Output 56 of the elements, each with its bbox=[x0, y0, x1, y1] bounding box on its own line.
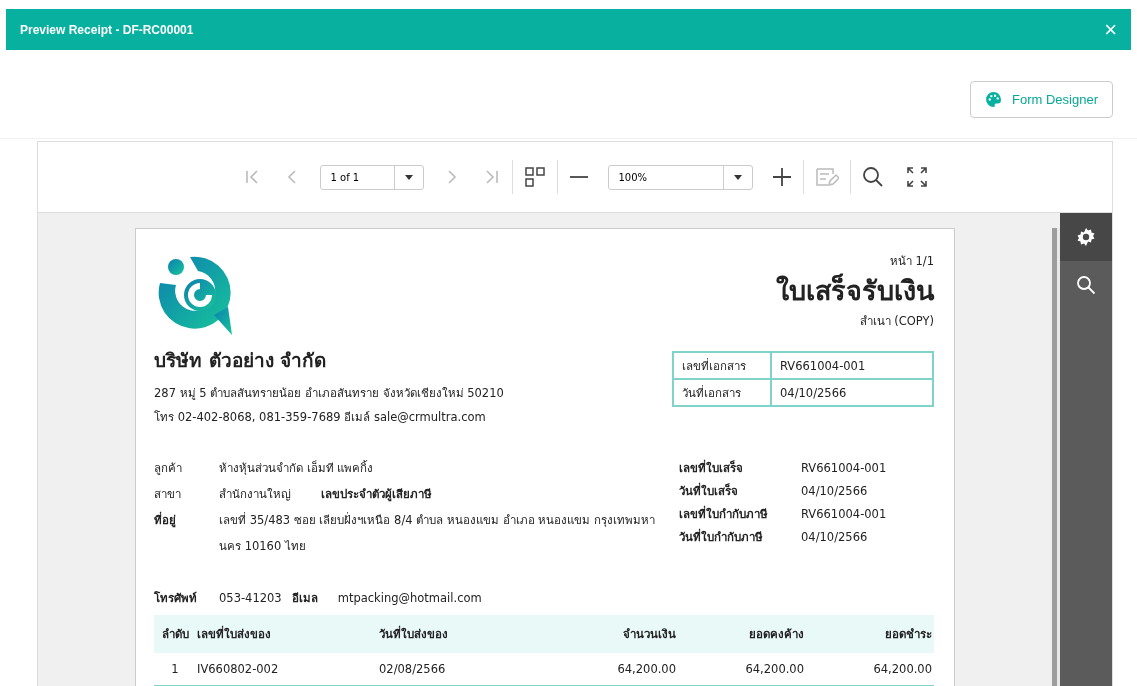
address-line: เลขที่ 35/483 ซอย เลียบฝั่งฯเหนือ 8/4 ตำบล หนองแขม อำเภอ หนองแขม กรุงเทพมหา bbox=[219, 511, 656, 529]
address-line: นคร 10160 ไทย bbox=[219, 538, 307, 555]
page-number: หน้า 1/1 bbox=[889, 253, 934, 270]
field-label: ที่อยู่ bbox=[154, 510, 177, 530]
column-header: เลขที่ใบส่งของ bbox=[196, 615, 378, 653]
table-cell: เลขที่เอกสาร bbox=[673, 352, 771, 379]
field-label: ลูกค้า bbox=[154, 460, 183, 477]
settings-tab[interactable] bbox=[1060, 213, 1112, 261]
table-cell: วันที่เอกสาร bbox=[673, 379, 771, 406]
settings-icon bbox=[1076, 227, 1096, 247]
table-cell: 64,200.00 bbox=[550, 653, 678, 686]
column-header: ลำดับ bbox=[154, 615, 196, 653]
field-value: RV661004-001 bbox=[801, 460, 887, 477]
document-title: ใบเสร็จรับเงิน bbox=[776, 273, 934, 308]
caret-icon bbox=[733, 174, 742, 180]
multipage-icon[interactable] bbox=[523, 166, 546, 188]
table-cell: RV661004-001 bbox=[771, 352, 933, 379]
column-header: ยอดชำระ bbox=[806, 615, 934, 653]
fullscreen-icon[interactable] bbox=[905, 166, 928, 188]
field-label: อีเมล bbox=[291, 590, 318, 607]
field-value: 04/10/2566 bbox=[801, 529, 868, 546]
page-select[interactable]: 1 of 1 bbox=[319, 164, 424, 190]
field-label: สาขา bbox=[154, 486, 182, 503]
field-value: 04/10/2566 bbox=[801, 483, 868, 500]
table-cell: 64,200.00 bbox=[806, 653, 934, 686]
zoom-select[interactable]: 100% bbox=[607, 164, 753, 190]
field-value: สำนักงานใหญ่ bbox=[219, 486, 291, 503]
caret-icon bbox=[404, 174, 413, 180]
table-cell: 02/08/2566 bbox=[378, 653, 550, 686]
copy-label: สำเนา (COPY) bbox=[859, 313, 934, 330]
field-value: ห้างหุ้นส่วนจำกัด เอ็มที แพคกิ้ง bbox=[219, 459, 374, 477]
field-label: โทรศัพท์ bbox=[154, 590, 198, 607]
table-cell: 64,200.00 bbox=[678, 653, 806, 686]
field-value: mtpacking@hotmail.com bbox=[337, 590, 482, 607]
column-header: จำนวนเงิน bbox=[550, 615, 678, 653]
search-icon bbox=[1076, 275, 1096, 295]
table-cell: IV660802-002 bbox=[196, 653, 378, 686]
search-icon[interactable] bbox=[861, 166, 884, 188]
table-cell: 1 bbox=[154, 653, 196, 686]
company-name: บริษัท ตัวอย่าง จำกัด bbox=[154, 348, 328, 373]
company-address: 287 หมู่ 5 ตำบลสันทรายน้อย อำเภอสันทราย จังหวัดเชียงใหม่ 50210 bbox=[154, 385, 504, 402]
field-label: เลขประจำตัวผู้เสียภาษี bbox=[321, 486, 432, 504]
palette-icon bbox=[985, 91, 1003, 108]
company-contact: โทร 02-402-8068, 081-359-7689 อีเมล์ sale@crmultra.com bbox=[154, 409, 487, 426]
zoom-in-icon[interactable] bbox=[771, 167, 792, 187]
field-value: RV661004-001 bbox=[801, 506, 887, 523]
column-header: ยอดคงค้าง bbox=[678, 615, 806, 653]
field-value: 053-41203 bbox=[219, 590, 282, 607]
field-label: วันที่ใบกำกับภาษี bbox=[679, 527, 764, 546]
table-cell: 04/10/2566 bbox=[771, 379, 933, 406]
field-label: เลขที่ใบกำกับภาษี bbox=[679, 504, 769, 523]
column-header: วันที่ใบส่งของ bbox=[378, 615, 550, 653]
scrollbar[interactable] bbox=[1052, 228, 1057, 686]
field-label: วันที่ใบเสร็จ bbox=[679, 481, 739, 500]
window-title: Preview Receipt - DF-RC00001 bbox=[20, 22, 194, 37]
field-label: เลขที่ใบเสร็จ bbox=[679, 458, 744, 477]
